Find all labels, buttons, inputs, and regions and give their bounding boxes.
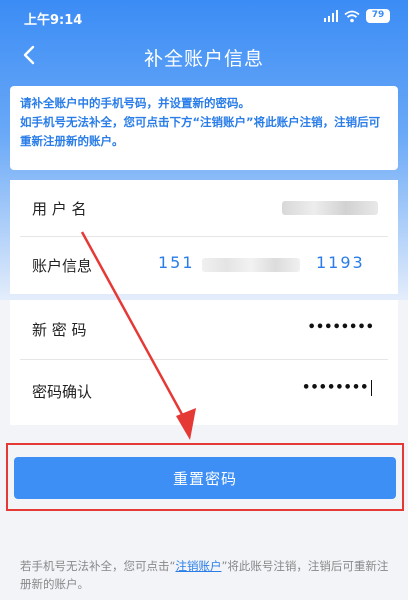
confirm-password-value: •••••••• — [302, 380, 369, 396]
highlight-box: 重置密码 — [6, 443, 404, 511]
account-info-card: 用 户 名 账户信息 151 1193 — [10, 180, 398, 294]
confirm-password-row[interactable]: 密码确认 •••••••• — [10, 362, 398, 422]
battery-icon: 79 — [366, 9, 390, 23]
confirm-password-label: 密码确认 — [32, 383, 93, 401]
reset-password-button[interactable]: 重置密码 — [14, 457, 396, 499]
new-password-input[interactable]: •••••••• — [308, 320, 374, 335]
nav-bar: 补全账户信息 — [0, 34, 408, 78]
divider — [20, 359, 388, 360]
footer-text-before: 若手机号无法补全，您可点击“ — [20, 559, 176, 573]
notice-line-1: 请补全账户中的手机号码，并设置新的密码。 — [20, 96, 250, 110]
page-title: 补全账户信息 — [143, 48, 264, 70]
phone-prefix: 151 — [158, 253, 195, 272]
phone-middle-redacted — [202, 258, 300, 272]
username-row: 用 户 名 — [10, 180, 398, 237]
signal-icon — [324, 10, 338, 22]
new-password-row[interactable]: 新 密 码 •••••••• — [10, 300, 398, 360]
footer-note: 若手机号无法补全，您可点击“注销账户”将此账号注销，注销后可重新注册新的账户。 — [20, 557, 392, 593]
status-time: 上午9:14 — [24, 13, 83, 28]
text-cursor — [370, 380, 372, 396]
new-password-label: 新 密 码 — [32, 321, 87, 339]
phone-suffix: 1193 — [316, 253, 365, 272]
notice-line-2: 如手机号无法补全，您可点击下方“注销账户”将此账户注销，注销后可重新注册新的账户… — [20, 115, 381, 148]
notice-box: 请补全账户中的手机号码，并设置新的密码。 如手机号无法补全，您可点击下方“注销账… — [10, 86, 398, 170]
account-info-label: 账户信息 — [32, 257, 93, 275]
status-icons: 79 — [324, 8, 390, 24]
status-bar: 上午9:14 79 — [0, 0, 408, 34]
confirm-password-input[interactable]: •••••••• — [302, 380, 372, 396]
password-card: 新 密 码 •••••••• 密码确认 •••••••• — [10, 300, 398, 425]
wifi-icon — [344, 10, 360, 22]
username-value-redacted — [282, 201, 378, 215]
account-info-row: 账户信息 151 1193 — [10, 237, 398, 294]
username-label: 用 户 名 — [32, 200, 87, 218]
cancel-account-link[interactable]: 注销账户 — [175, 559, 221, 573]
